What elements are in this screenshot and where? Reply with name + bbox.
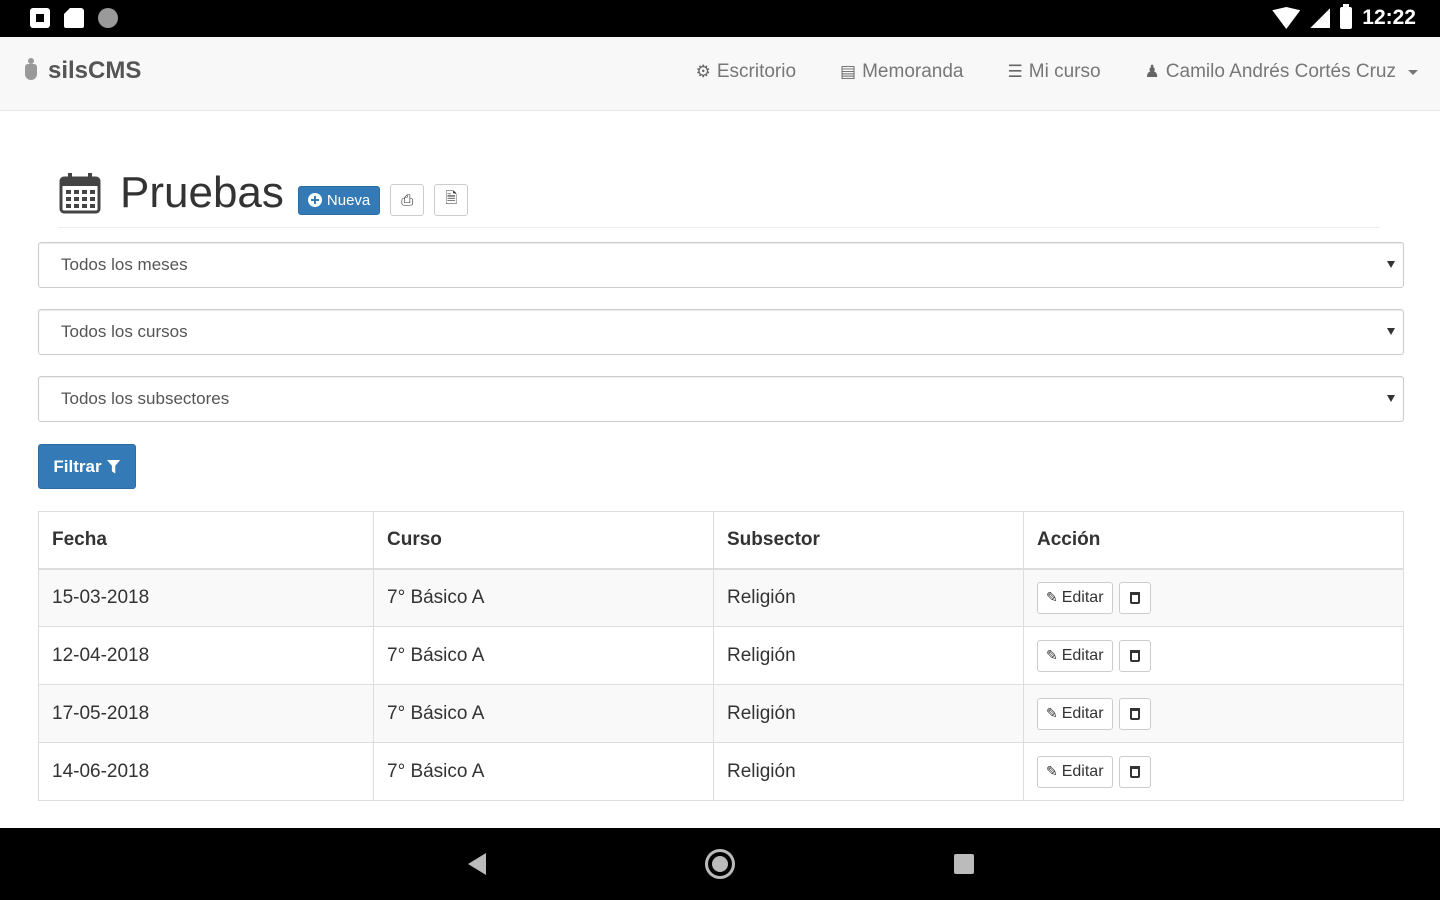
cell-curso: 7° Básico A (373, 568, 714, 627)
trash-icon (1129, 649, 1140, 662)
list-icon: ☰ (1007, 62, 1023, 81)
nav-user-menu[interactable]: ♟ Camilo Andrés Cortés Cruz (1145, 61, 1418, 83)
header-curso: Curso (373, 511, 714, 570)
courses-select[interactable]: Todos los cursos (38, 309, 1404, 355)
cell-subsector: Religión (713, 684, 1024, 743)
edit-button[interactable]: ✎ Editar (1037, 755, 1113, 788)
table-row: 15-03-2018 7° Básico A Religión ✎ Editar (38, 568, 1404, 627)
page-title: Pruebas (120, 168, 284, 217)
edit-button[interactable]: ✎ Editar (1037, 581, 1113, 614)
status-time: 12:22 (1362, 6, 1416, 29)
filter-button[interactable]: Filtrar (38, 444, 136, 489)
recent-apps-icon[interactable] (954, 854, 974, 874)
caret-down-icon (1387, 395, 1395, 402)
nav-escritorio-label: Escritorio (716, 61, 797, 82)
courses-select-value: Todos los cursos (61, 322, 188, 341)
battery-icon (1340, 4, 1353, 29)
delete-button[interactable] (1118, 755, 1151, 788)
cell-fecha: 15-03-2018 (38, 568, 374, 627)
edit-button-label: Editar (1061, 704, 1104, 722)
chevron-down-icon (1408, 69, 1418, 75)
cell-fecha: 17-05-2018 (38, 684, 374, 743)
pencil-icon: ✎ (1046, 763, 1058, 779)
print-icon: ⎙ (401, 191, 414, 209)
sd-card-icon (64, 8, 84, 28)
nav-escritorio[interactable]: ⚙ Escritorio (696, 61, 796, 83)
funnel-icon (106, 459, 121, 474)
edit-button-label: Editar (1061, 646, 1104, 664)
cell-actions: ✎ Editar (1023, 742, 1404, 801)
table-row: 12-04-2018 7° Básico A Religión ✎ Editar (38, 626, 1404, 685)
nav-mi-curso[interactable]: ☰ Mi curso (1008, 61, 1101, 83)
circle-icon (98, 8, 118, 28)
cell-actions: ✎ Editar (1023, 568, 1404, 627)
trash-icon (1129, 707, 1140, 720)
delete-button[interactable] (1118, 581, 1151, 614)
dashboard-icon: ⚙ (695, 62, 711, 81)
brand-name: silsCMS (48, 57, 142, 84)
system-nav-bar (0, 828, 1440, 900)
months-select-value: Todos los meses (61, 255, 188, 274)
back-icon[interactable] (468, 853, 486, 875)
pencil-icon: ✎ (1046, 647, 1058, 663)
nav-memoranda[interactable]: ▤ Memoranda (840, 61, 963, 83)
print-button[interactable]: ⎙ (390, 184, 425, 216)
signal-icon (1310, 8, 1331, 28)
filter-button-label: Filtrar (53, 456, 102, 476)
pencil-icon: ✎ (1046, 705, 1058, 721)
cell-subsector: Religión (713, 742, 1024, 801)
calendar-icon (58, 171, 102, 215)
cell-subsector: Religión (713, 568, 1024, 627)
cell-fecha: 12-04-2018 (38, 626, 374, 685)
months-select[interactable]: Todos los meses (38, 242, 1404, 288)
cell-fecha: 14-06-2018 (38, 742, 374, 801)
trash-icon (1129, 765, 1140, 778)
header-accion: Acción (1023, 511, 1404, 570)
home-icon[interactable] (705, 849, 735, 879)
caret-down-icon (1387, 261, 1395, 268)
delete-button[interactable] (1118, 639, 1151, 672)
table-row: 17-05-2018 7° Básico A Religión ✎ Editar (38, 684, 1404, 743)
edit-button[interactable]: ✎ Editar (1037, 639, 1113, 672)
cell-actions: ✎ Editar (1023, 684, 1404, 743)
plus-circle-icon (307, 193, 322, 207)
memo-icon: ▤ (840, 62, 857, 81)
subsectors-select[interactable]: Todos los subsectores (38, 376, 1404, 422)
cell-curso: 7° Básico A (373, 742, 714, 801)
caret-down-icon (1387, 328, 1395, 335)
notification-icon (30, 8, 50, 28)
logo-icon (22, 58, 40, 84)
pencil-icon: ✎ (1046, 589, 1058, 606)
edit-button-label: Editar (1061, 588, 1104, 606)
page-header: Pruebas Nueva ⎙ 🗎 (58, 168, 1380, 228)
cell-curso: 7° Básico A (373, 684, 714, 743)
wifi-icon (1272, 7, 1301, 29)
table-row: 14-06-2018 7° Básico A Religión ✎ Editar (38, 742, 1404, 801)
new-button[interactable]: Nueva (297, 185, 381, 215)
edit-button[interactable]: ✎ Editar (1037, 697, 1113, 730)
new-button-label: Nueva (326, 191, 371, 209)
subsectors-select-value: Todos los subsectores (61, 389, 230, 408)
pdf-icon: 🗎 (445, 189, 458, 207)
edit-button-label: Editar (1061, 762, 1104, 780)
header-fecha: Fecha (38, 511, 374, 570)
nav-mi-curso-label: Mi curso (1028, 61, 1101, 82)
trash-icon (1129, 591, 1140, 604)
cell-subsector: Religión (713, 626, 1024, 685)
user-icon: ♟ (1144, 62, 1160, 81)
status-bar: 12:22 (0, 0, 1440, 37)
tests-table: Fecha Curso Subsector Acción 15-03-2018 … (38, 511, 1404, 801)
delete-button[interactable] (1118, 697, 1151, 730)
nav-memoranda-label: Memoranda (862, 61, 964, 82)
header-subsector: Subsector (713, 511, 1024, 570)
top-navbar: silsCMS ⚙ Escritorio ▤ Memoranda ☰ Mi cu… (0, 37, 1440, 111)
cell-actions: ✎ Editar (1023, 626, 1404, 685)
pdf-button[interactable]: 🗎 (434, 184, 469, 216)
brand-link[interactable]: silsCMS (22, 57, 141, 85)
nav-user-label: Camilo Andrés Cortés Cruz (1165, 61, 1396, 82)
cell-curso: 7° Básico A (373, 626, 714, 685)
table-header-row: Fecha Curso Subsector Acción (38, 511, 1404, 570)
